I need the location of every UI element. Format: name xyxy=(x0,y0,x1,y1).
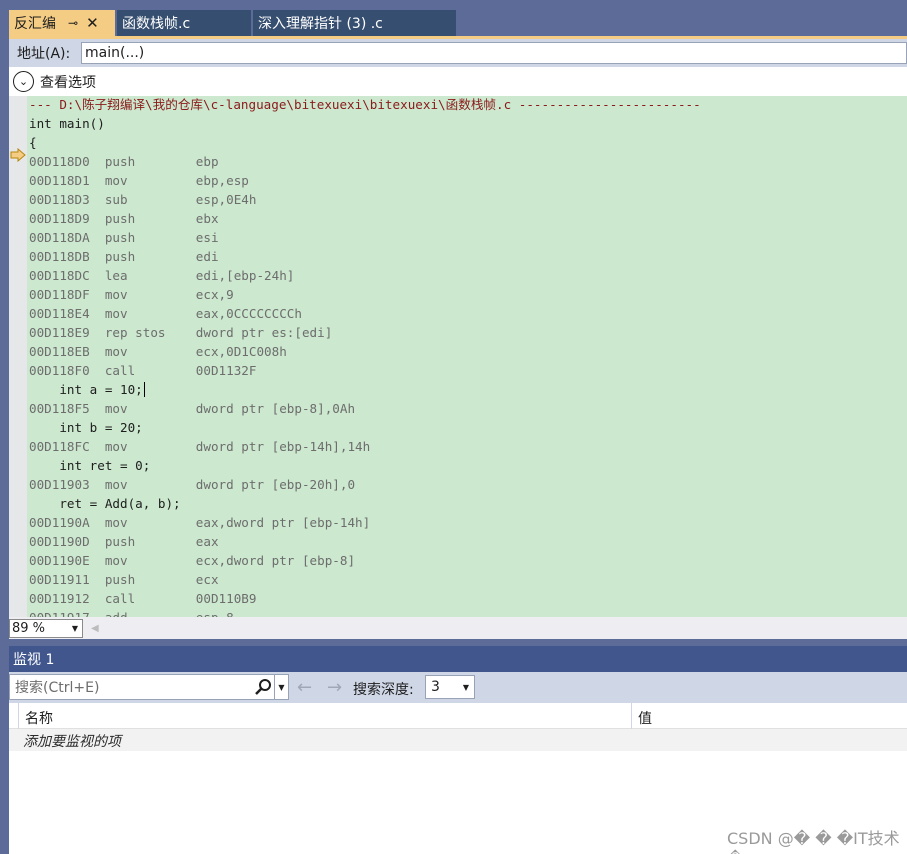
source-line[interactable]: int main() xyxy=(29,114,701,133)
document-tab-strip: 反汇编 ⊸ ✕ 函数栈帧.c 深入理解指针 (3) .c xyxy=(0,0,907,36)
address-bar: 地址(A): main(...) xyxy=(9,39,907,67)
source-line[interactable]: { xyxy=(29,133,701,152)
asm-line[interactable]: 00D118D1 mov ebp,esp xyxy=(29,171,701,190)
asm-line[interactable]: 00D118E9 rep stos dword ptr es:[edi] xyxy=(29,323,701,342)
search-depth-select[interactable]: 3 ▼ xyxy=(425,675,475,699)
column-divider[interactable] xyxy=(631,703,632,729)
asm-line[interactable]: 00D11903 mov dword ptr [ebp-20h],0 xyxy=(29,475,701,494)
scroll-left-icon[interactable]: ◀ xyxy=(91,623,99,634)
close-icon[interactable]: ✕ xyxy=(86,14,99,32)
watch-grid-header: 名称 值 xyxy=(9,703,907,729)
source-line[interactable]: int b = 20; xyxy=(29,418,701,437)
watermark: CSDN @� � �IT技术� xyxy=(727,829,900,854)
asm-line[interactable]: 00D118DB push edi xyxy=(29,247,701,266)
instruction-pointer-arrow-icon xyxy=(10,148,26,162)
search-placeholder: 搜索(Ctrl+E) xyxy=(15,680,100,696)
asm-line[interactable]: 00D118E4 mov eax,0CCCCCCCCh xyxy=(29,304,701,323)
forward-arrow-icon[interactable]: → xyxy=(327,677,342,698)
tab-label: 反汇编 xyxy=(14,16,56,32)
disassembly-listing[interactable]: --- D:\陈子翔编译\我的仓库\c-language\bitexuexi\b… xyxy=(29,96,701,617)
chevron-down-icon: ▼ xyxy=(71,623,78,633)
asm-line[interactable]: 00D118D9 push ebx xyxy=(29,209,701,228)
chevron-down-icon[interactable]: ⌄ xyxy=(13,71,34,92)
asm-line[interactable]: 00D118D3 sub esp,0E4h xyxy=(29,190,701,209)
column-divider xyxy=(18,703,19,729)
column-header-value[interactable]: 值 xyxy=(638,708,652,728)
tab-pointer-deep-dive[interactable]: 深入理解指针 (3) .c xyxy=(253,10,456,36)
watch-toolbar: 搜索(Ctrl+E) ▼ ← → 搜索深度: 3 ▼ xyxy=(9,672,907,703)
zoom-value: 89 % xyxy=(12,620,46,636)
tab-function-stack-frame[interactable]: 函数栈帧.c xyxy=(117,10,251,36)
address-input[interactable]: main(...) xyxy=(81,42,907,64)
add-watch-item-placeholder[interactable]: 添加要监视的项 xyxy=(23,731,121,751)
text-caret xyxy=(143,382,145,397)
tab-disassembly[interactable]: 反汇编 ⊸ ✕ xyxy=(9,10,115,36)
add-watch-row[interactable]: 添加要监视的项 xyxy=(9,729,907,751)
chevron-down-icon[interactable]: ▼ xyxy=(274,675,288,699)
asm-line[interactable]: 00D1190D push eax xyxy=(29,532,701,551)
zoom-bar: 89 % ▼ ◀ xyxy=(9,617,907,639)
view-options-label: 查看选项 xyxy=(40,74,96,91)
asm-line[interactable]: 00D118DA push esi xyxy=(29,228,701,247)
search-depth-label: 搜索深度: xyxy=(353,682,414,698)
asm-line[interactable]: 00D118EB mov ecx,0D1C008h xyxy=(29,342,701,361)
asm-line[interactable]: 00D118D0 push ebp xyxy=(29,152,701,171)
view-options-row[interactable]: ⌄ 查看选项 xyxy=(9,67,907,96)
asm-line[interactable]: 00D11912 call 00D110B9 xyxy=(29,589,701,608)
source-line[interactable]: ret = Add(a, b); xyxy=(29,494,701,513)
disassembly-code-area[interactable]: --- D:\陈子翔编译\我的仓库\c-language\bitexuexi\b… xyxy=(9,96,907,617)
asm-line[interactable]: 00D118F5 mov dword ptr [ebp-8],0Ah xyxy=(29,399,701,418)
zoom-select[interactable]: 89 % ▼ xyxy=(9,618,83,638)
indicator-margin[interactable] xyxy=(9,96,27,617)
asm-line[interactable]: 00D118FC mov dword ptr [ebp-14h],14h xyxy=(29,437,701,456)
asm-line[interactable]: 00D11917 add esp,8 xyxy=(29,608,701,617)
asm-line[interactable]: 00D118DF mov ecx,9 xyxy=(29,285,701,304)
watch-panel: 监视 1 搜索(Ctrl+E) ▼ ← → 搜索深度: 3 ▼ 名称 值 添加要… xyxy=(9,646,907,854)
search-icon[interactable] xyxy=(254,678,272,696)
watch-search-input[interactable]: 搜索(Ctrl+E) ▼ xyxy=(9,674,289,700)
asm-line[interactable]: 00D118DC lea edi,[ebp-24h] xyxy=(29,266,701,285)
asm-line[interactable]: 00D1190A mov eax,dword ptr [ebp-14h] xyxy=(29,513,701,532)
address-label: 地址(A): xyxy=(17,46,71,62)
search-depth-value: 3 xyxy=(431,679,440,695)
column-header-name[interactable]: 名称 xyxy=(25,708,53,728)
disassembly-panel: 地址(A): main(...) ⌄ 查看选项 --- D:\陈子翔编译\我的仓… xyxy=(9,36,907,639)
tab-label: 深入理解指针 (3) .c xyxy=(258,16,383,32)
watch-title[interactable]: 监视 1 xyxy=(9,646,907,672)
source-file-header[interactable]: --- D:\陈子翔编译\我的仓库\c-language\bitexuexi\b… xyxy=(29,96,701,114)
tab-label: 函数栈帧.c xyxy=(122,16,191,32)
asm-line[interactable]: 00D1190E mov ecx,dword ptr [ebp-8] xyxy=(29,551,701,570)
pin-icon[interactable]: ⊸ xyxy=(68,16,78,30)
chevron-down-icon: ▼ xyxy=(462,682,469,692)
back-arrow-icon[interactable]: ← xyxy=(297,677,312,698)
source-line[interactable]: int a = 10; xyxy=(29,380,701,399)
asm-line[interactable]: 00D118F0 call 00D1132F xyxy=(29,361,701,380)
source-line[interactable]: int ret = 0; xyxy=(29,456,701,475)
asm-line[interactable]: 00D11911 push ecx xyxy=(29,570,701,589)
